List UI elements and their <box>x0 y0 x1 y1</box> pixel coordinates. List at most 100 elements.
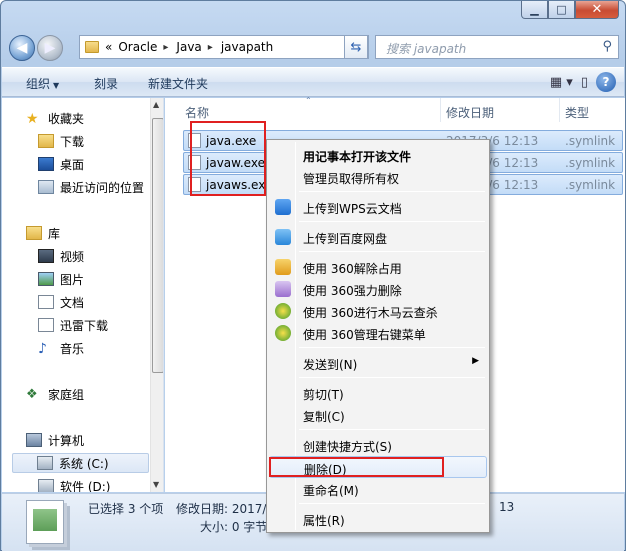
forward-arrow-icon: ▶ <box>44 40 56 56</box>
new-folder-button[interactable]: 新建文件夹 <box>148 75 208 92</box>
breadcrumb-java[interactable]: Java <box>176 40 201 54</box>
nav-recent[interactable]: 最近访问的位置 <box>38 177 163 197</box>
preview-pane-icon[interactable]: ▯ <box>581 75 588 90</box>
360-manage-icon <box>275 325 291 341</box>
nav-favorites[interactable]: ★ 收藏夹 <box>26 108 163 128</box>
nav-recent-label: 最近访问的位置 <box>60 180 145 195</box>
file-type: .symlink <box>565 134 616 148</box>
forward-button[interactable]: ▶ <box>37 35 63 61</box>
nav-scrollbar[interactable]: ▲ ▼ <box>150 98 163 492</box>
folder-icon <box>85 41 99 53</box>
burn-button[interactable]: 刻录 <box>94 75 118 92</box>
menu-create-shortcut[interactable]: 创建快捷方式(S) <box>269 434 487 456</box>
menu-properties[interactable]: 属性(R) <box>269 508 487 530</box>
360-scan-icon <box>275 303 291 319</box>
back-button[interactable]: ◀ <box>9 35 35 61</box>
nav-system-c-label: 系统 (C:) <box>59 456 109 471</box>
menu-label: 发送到(N) <box>303 358 358 372</box>
menu-separator <box>299 503 485 504</box>
breadcrumb-separator-icon[interactable]: ▸ <box>163 42 168 53</box>
scroll-thumb[interactable] <box>152 118 163 373</box>
nav-music[interactable]: ♪ 音乐 <box>38 338 163 358</box>
library-icon <box>26 226 42 240</box>
caption-buttons: ▁ □ ✕ <box>521 1 619 19</box>
organize-button[interactable]: 组织 ▼ <box>26 75 59 92</box>
nav-documents[interactable]: 文档 <box>38 292 163 312</box>
nav-computer[interactable]: 计算机 <box>26 430 163 450</box>
nav-homegroup-label: 家庭组 <box>48 387 85 402</box>
maximize-button[interactable]: □ <box>548 1 575 19</box>
breadcrumb-oracle[interactable]: Oracle <box>118 40 157 54</box>
nav-downloads[interactable]: 下载 <box>38 131 163 151</box>
music-icon: ♪ <box>38 341 47 357</box>
menu-rename[interactable]: 重命名(M) <box>269 478 487 500</box>
close-button[interactable]: ✕ <box>575 1 619 19</box>
nav-videos-label: 视频 <box>60 249 85 264</box>
view-controls: ▦ ▾ ▯ ? <box>550 72 616 92</box>
computer-icon <box>26 433 42 447</box>
menu-copy[interactable]: 复制(C) <box>269 404 487 426</box>
address-bar[interactable]: « Oracle ▸ Java ▸ javapath <box>79 35 369 59</box>
nav-system-c[interactable]: 系统 (C:) <box>12 453 149 473</box>
nav-desktop[interactable]: 桌面 <box>38 154 163 174</box>
menu-label: 使用 360进行木马云查杀 <box>303 306 438 320</box>
video-icon <box>38 249 54 263</box>
view-options-icon[interactable]: ▦ ▾ <box>550 75 573 90</box>
breadcrumb-separator-icon[interactable]: ▸ <box>208 42 213 53</box>
minimize-button[interactable]: ▁ <box>521 1 548 19</box>
highlight-box-delete <box>269 457 444 477</box>
breadcrumb-javapath[interactable]: javapath <box>221 40 273 54</box>
search-input[interactable]: 搜索 javapath ⚲ <box>375 35 619 59</box>
column-type-header[interactable]: 类型 <box>565 98 589 122</box>
chevron-down-icon: ▼ <box>53 81 60 90</box>
menu-360-manage[interactable]: 使用 360管理右键菜单 <box>269 322 487 344</box>
nav-xunlei-label: 迅雷下载 <box>60 318 109 333</box>
scroll-up-icon[interactable]: ▲ <box>153 100 159 109</box>
nav-homegroup[interactable]: ❖ 家庭组 <box>26 384 163 404</box>
scroll-down-icon[interactable]: ▼ <box>153 480 159 489</box>
menu-label: 上传到WPS云文档 <box>303 202 402 216</box>
search-icon[interactable]: ⚲ <box>602 39 612 54</box>
menu-label: 复制(C) <box>303 410 345 424</box>
breadcrumb-overflow[interactable]: « <box>105 40 112 54</box>
360-unlock-icon <box>275 259 291 275</box>
picture-icon <box>38 272 54 286</box>
menu-360-force-delete[interactable]: 使用 360强力删除 <box>269 278 487 300</box>
help-icon[interactable]: ? <box>596 72 616 92</box>
nav-software-d[interactable]: 软件 (D:) <box>38 476 163 492</box>
command-bar: 组织 ▼ 刻录 新建文件夹 ▦ ▾ ▯ ? <box>2 67 624 97</box>
menu-360-unlock[interactable]: 使用 360解除占用 <box>269 256 487 278</box>
menu-label: 创建快捷方式(S) <box>303 440 392 454</box>
menu-send-to[interactable]: 发送到(N) ▶ <box>269 352 487 374</box>
nav-videos[interactable]: 视频 <box>38 246 163 266</box>
column-separator[interactable] <box>440 98 441 122</box>
size-label: 大小: 0 字节 <box>200 520 268 534</box>
nav-xunlei[interactable]: 迅雷下载 <box>38 315 163 335</box>
sort-ascending-icon: ⌃ <box>305 96 312 105</box>
file-thumbnail-icon <box>26 500 64 544</box>
column-date-header[interactable]: 修改日期 <box>446 98 494 122</box>
search-placeholder: 搜索 javapath <box>386 42 467 56</box>
file-type: .symlink <box>565 156 616 170</box>
navigation-pane: ★ 收藏夹 下载 桌面 最近访问的位置 库 视频 图片 文档 迅雷下载 ♪ 音乐 <box>2 98 164 492</box>
wps-cloud-icon <box>275 199 291 215</box>
refresh-button[interactable]: ⇆ <box>344 35 368 59</box>
column-name-header[interactable]: 名称 <box>185 98 209 122</box>
nav-libraries[interactable]: 库 <box>26 223 163 243</box>
back-arrow-icon: ◀ <box>16 40 28 56</box>
downloads-folder-icon <box>38 134 54 148</box>
menu-360-scan[interactable]: 使用 360进行木马云查杀 <box>269 300 487 322</box>
nav-pictures[interactable]: 图片 <box>38 269 163 289</box>
menu-label: 管理员取得所有权 <box>303 172 400 186</box>
menu-cut[interactable]: 剪切(T) <box>269 382 487 404</box>
menu-take-ownership[interactable]: 管理员取得所有权 <box>269 166 487 188</box>
menu-upload-wps[interactable]: 上传到WPS云文档 <box>269 196 487 218</box>
menu-label: 重命名(M) <box>303 484 359 498</box>
column-separator[interactable] <box>559 98 560 122</box>
menu-upload-baidu[interactable]: 上传到百度网盘 <box>269 226 487 248</box>
submenu-arrow-icon: ▶ <box>472 356 479 366</box>
menu-separator <box>299 251 485 252</box>
menu-open-with-notepad[interactable]: 用记事本打开该文件 <box>269 144 487 166</box>
menu-label: 使用 360强力删除 <box>303 284 402 298</box>
highlight-box-files <box>190 121 266 196</box>
